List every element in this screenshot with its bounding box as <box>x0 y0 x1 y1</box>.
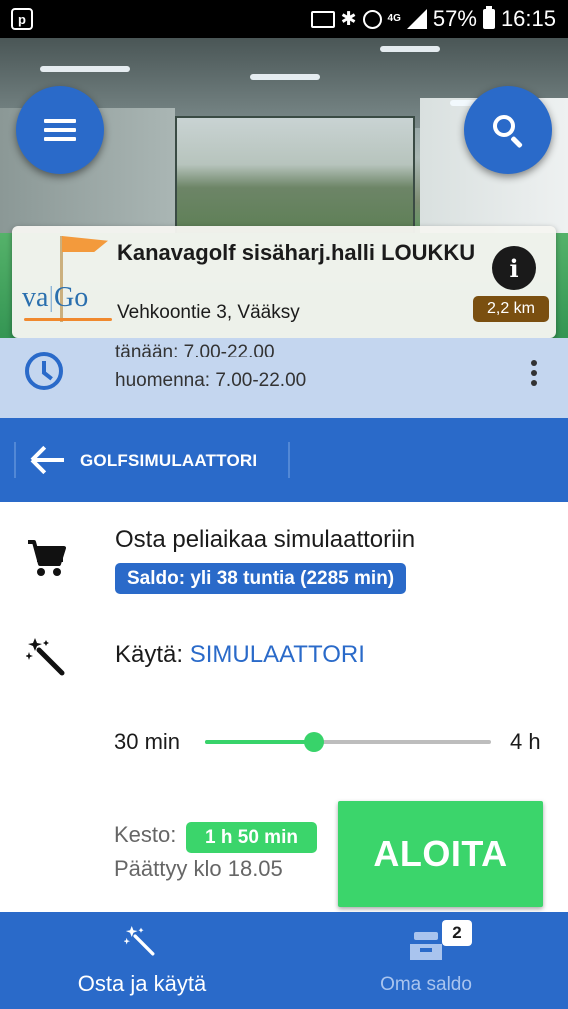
hours-today: tänään: 7.00-22.00 <box>115 343 275 357</box>
battery-icon <box>482 6 495 29</box>
hero-light <box>250 74 320 80</box>
use-label: Käytä: <box>115 641 184 668</box>
status-bar: p ✱ 4G 57% 16:15 <box>0 0 568 38</box>
nav-buy-label: Osta ja käytä <box>77 971 207 996</box>
distance-badge: 2,2 km <box>473 296 549 322</box>
info-icon[interactable]: i <box>492 246 536 290</box>
buy-time-title[interactable]: Osta peliaikaa simulaattoriin <box>115 526 415 554</box>
cast-icon <box>310 10 335 28</box>
bottom-nav: Osta ja käytä 2 Oma saldo <box>0 912 568 1009</box>
more-vertical-icon[interactable] <box>527 360 541 386</box>
venue-card[interactable]: va|Go Kanavagolf sisäharj.halli LOUKKU V… <box>12 226 556 338</box>
slider-thumb[interactable] <box>303 732 324 752</box>
inbox-icon <box>410 932 442 960</box>
hero-light <box>380 46 440 52</box>
hero-simulator-screen <box>175 116 415 236</box>
bluetooth-icon: ✱ <box>340 8 357 30</box>
magic-wand-icon <box>124 926 155 956</box>
venue-address: Vehkoontie 3, Vääksy <box>117 302 300 323</box>
slider-fill <box>205 740 314 744</box>
duration-label: Kesto: <box>114 822 177 847</box>
hours-tomorrow: huomenna: 7.00-22.00 <box>115 370 307 391</box>
magic-wand-icon <box>26 638 65 676</box>
status-icons: ✱ 4G 57% 16:15 <box>310 0 556 38</box>
nav-balance-label: Oma saldo <box>380 974 472 995</box>
nav-my-balance[interactable]: 2 Oma saldo <box>284 912 568 1009</box>
hero-light <box>40 66 130 72</box>
duration-value-badge: 1 h 50 min <box>186 822 317 853</box>
start-button[interactable]: ALOITA <box>338 801 543 907</box>
duration-slider[interactable] <box>205 732 491 752</box>
slider-min-label: 30 min <box>114 729 181 754</box>
back-button[interactable]: GOLFSIMULAATTORI <box>14 442 290 478</box>
clock-time: 16:15 <box>500 6 556 31</box>
app-notification-icon: p <box>11 8 33 30</box>
end-time-text: Päättyy klo 18.05 <box>114 856 283 881</box>
menu-icon <box>44 119 76 141</box>
use-target-link[interactable]: SIMULAATTORI <box>190 641 365 668</box>
section-title: GOLFSIMULAATTORI <box>80 451 258 470</box>
balance-badge: Saldo: yli 38 tuntia (2285 min) <box>115 563 407 594</box>
network-type: 4G <box>387 13 401 24</box>
search-icon <box>491 113 525 149</box>
venue-name: Kanavagolf sisäharj.halli LOUKKU <box>117 240 476 265</box>
cart-icon <box>28 540 66 576</box>
menu-button[interactable] <box>16 86 104 174</box>
use-row: Käytä: SIMULAATTORI <box>115 641 365 669</box>
clock-icon <box>25 352 63 390</box>
alarm-icon <box>362 9 382 29</box>
venue-logo: va|Go <box>20 232 116 332</box>
battery-percent: 57% <box>432 6 477 31</box>
opening-hours: tänään: 7.00-22.00 huomenna: 7.00-22.00 <box>0 338 568 418</box>
search-button[interactable] <box>464 86 552 174</box>
slider-max-label: 4 h <box>510 729 541 754</box>
signal-icon <box>406 9 427 29</box>
balance-count-badge: 2 <box>442 920 472 946</box>
section-header: GOLFSIMULAATTORI <box>0 418 568 502</box>
nav-buy-and-use[interactable]: Osta ja käytä <box>0 912 284 1009</box>
back-arrow-icon <box>30 445 66 475</box>
